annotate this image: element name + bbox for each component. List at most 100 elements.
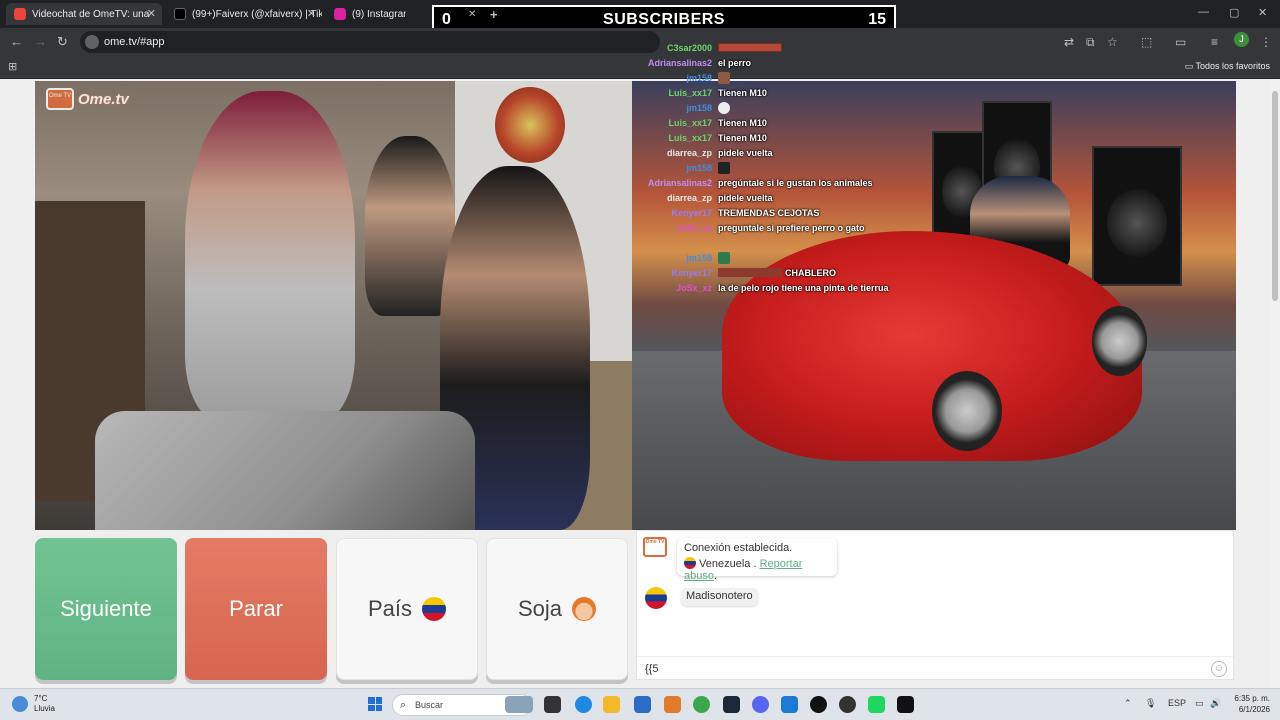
close-tab-icon[interactable]: ✕ xyxy=(147,7,156,20)
edge-icon[interactable] xyxy=(575,696,592,713)
chevron-up-icon[interactable]: ⌃ xyxy=(1124,698,1132,709)
file-explorer-icon[interactable] xyxy=(603,696,620,713)
instagram-favicon-icon xyxy=(334,8,346,20)
weather-text: Lluvia xyxy=(34,704,55,713)
minimize-icon[interactable]: — xyxy=(1198,6,1209,18)
search-placeholder: Buscar xyxy=(415,700,444,710)
steam-icon[interactable] xyxy=(723,696,740,713)
all-bookmarks-button[interactable]: ▭ Todos los favoritos xyxy=(1185,61,1270,72)
chat-message: la de pelo rojo tiene una pinta de tierr… xyxy=(718,282,889,293)
time-text: 6:35 p. m. xyxy=(1234,694,1270,703)
chat-line: JoSx_xz preguntale si prefiere perro o ga… xyxy=(640,220,940,235)
tiktok-favicon-icon xyxy=(174,8,186,20)
install-app-icon[interactable]: ⧉ xyxy=(1086,35,1095,50)
app-icon[interactable] xyxy=(664,696,681,713)
translate-icon[interactable]: ⇄ xyxy=(1064,35,1074,49)
stop-button[interactable]: Parar xyxy=(185,538,327,680)
close-tab-icon[interactable]: ✕ xyxy=(307,7,316,20)
chat-line: jm158 xyxy=(640,250,940,265)
scrollbar-thumb[interactable] xyxy=(1272,91,1278,301)
chat-user: JoSx_xz xyxy=(675,222,712,233)
address-bar[interactable]: ome.tv/#app xyxy=(80,31,660,53)
connection-status-text: Conexión establecida. xyxy=(684,542,793,554)
emote-icon xyxy=(718,161,730,174)
discord-icon[interactable] xyxy=(752,696,769,713)
chat-user: Kenyer17 xyxy=(671,267,712,278)
app-icon[interactable] xyxy=(839,696,856,713)
bookmarks-label: Todos los favoritos xyxy=(1195,61,1270,71)
chat-message: Tienen M10 xyxy=(718,132,767,143)
reload-icon[interactable]: ↻ xyxy=(57,34,68,50)
chat-line: jm158 xyxy=(640,100,940,115)
search-icon: ⌕ xyxy=(400,699,407,711)
partner-flag-avatar xyxy=(645,587,667,609)
profile-avatar[interactable]: J xyxy=(1234,32,1249,47)
gender-button[interactable]: Soja xyxy=(486,538,628,680)
partner-video xyxy=(35,81,632,530)
clock[interactable]: 6:35 p. m. 6/1/2026 xyxy=(1234,693,1270,715)
ometv-favicon-icon xyxy=(14,8,26,20)
windows-start-icon[interactable] xyxy=(368,697,382,711)
task-view-icon[interactable] xyxy=(544,696,561,713)
chat-line: Adriansalinas2 pregúntale si le gustan lo… xyxy=(640,175,940,190)
country-button[interactable]: País xyxy=(336,538,478,680)
chat-user: Luis_xx17 xyxy=(668,87,712,98)
chat-line: diarrea_zp pidele vuelta xyxy=(640,145,940,160)
chat-line: diarrea_zp pidele vuelta xyxy=(640,190,940,205)
chrome-icon[interactable] xyxy=(693,696,710,713)
obs-icon[interactable] xyxy=(810,696,827,713)
ometv-logo: Ome TV Ome.tv xyxy=(46,88,129,110)
country-button-label: País xyxy=(367,596,413,621)
reading-list-icon[interactable]: ≡ xyxy=(1211,35,1218,49)
volume-icon[interactable]: 🔊 xyxy=(1210,698,1221,709)
tab-title: Videochat de OmeTV: una xyxy=(32,8,150,20)
chat-input[interactable]: {{5 ☺ xyxy=(637,656,1233,680)
chat-user: jm158 xyxy=(686,162,712,173)
tab-instagram[interactable]: (9) Instagram xyxy=(326,3,406,25)
back-icon[interactable]: ← xyxy=(10,34,23,49)
weather-widget[interactable]: 7°C Lluvia xyxy=(12,694,55,714)
emoji-icon[interactable]: ☺ xyxy=(1211,661,1227,677)
ometv-tv-icon: Ome TV xyxy=(643,537,667,557)
gender-button-label: Soja xyxy=(517,596,563,621)
chat-user: Adriansalinas2 xyxy=(647,57,712,68)
capcut-icon[interactable] xyxy=(897,696,914,713)
tab-tiktok[interactable]: (99+)Faiverx (@xfaiverx) | TikTok ✕ xyxy=(166,3,322,25)
app-icon[interactable] xyxy=(868,696,885,713)
chat-message: Tienen M10 xyxy=(718,117,767,128)
emote-icon xyxy=(718,71,730,84)
microphone-icon[interactable]: 🎙 xyxy=(1145,698,1156,709)
language-indicator[interactable]: ESP xyxy=(1168,698,1186,708)
chat-user: Luis_xx17 xyxy=(668,132,712,143)
bookmark-star-icon[interactable]: ☆ xyxy=(1107,35,1118,49)
close-window-icon[interactable]: ✕ xyxy=(1258,6,1267,19)
chat-panel: Ome TV Conexión establecida. Venezuela .… xyxy=(636,530,1234,680)
tv-badge-text: Ome TV xyxy=(645,539,665,545)
network-icon[interactable]: ▭ xyxy=(1195,698,1204,709)
page-scrollbar[interactable] xyxy=(1270,79,1280,688)
next-button[interactable]: Siguiente xyxy=(35,538,177,680)
site-info-icon[interactable] xyxy=(85,35,99,49)
chat-message: TREMENDAS CEJOTAS xyxy=(718,207,820,218)
partner-message: Madisonotero xyxy=(681,588,758,606)
search-highlight-icon[interactable] xyxy=(505,696,533,713)
forward-icon[interactable]: → xyxy=(34,34,47,49)
chat-message: pregúntale si le gustan los animales xyxy=(718,177,873,188)
app-icon[interactable] xyxy=(781,696,798,713)
system-message: Conexión establecida. Venezuela . Report… xyxy=(677,538,837,582)
chat-line: Luis_xx17 Tienen M10 xyxy=(640,85,940,100)
apps-grid-icon[interactable]: ⊞ xyxy=(8,60,17,73)
tab-ometv[interactable]: Videochat de OmeTV: una ✕ xyxy=(6,3,162,25)
sidebar-icon[interactable]: ▭ xyxy=(1175,35,1186,49)
store-icon[interactable] xyxy=(634,696,651,713)
chat-user: jm158 xyxy=(686,252,712,263)
venezuela-flag-icon xyxy=(684,557,696,569)
menu-kebab-icon[interactable]: ⋮ xyxy=(1260,35,1272,49)
chat-user: C3sar2000 xyxy=(666,42,712,53)
chat-user: jm158 xyxy=(686,72,712,83)
venezuela-flag-icon xyxy=(422,597,447,621)
maximize-icon[interactable]: ▢ xyxy=(1229,6,1239,19)
extensions-icon[interactable]: ⬚ xyxy=(1141,35,1152,49)
chat-user: Adriansalinas2 xyxy=(647,177,712,188)
temperature-text: 7°C xyxy=(34,694,48,703)
